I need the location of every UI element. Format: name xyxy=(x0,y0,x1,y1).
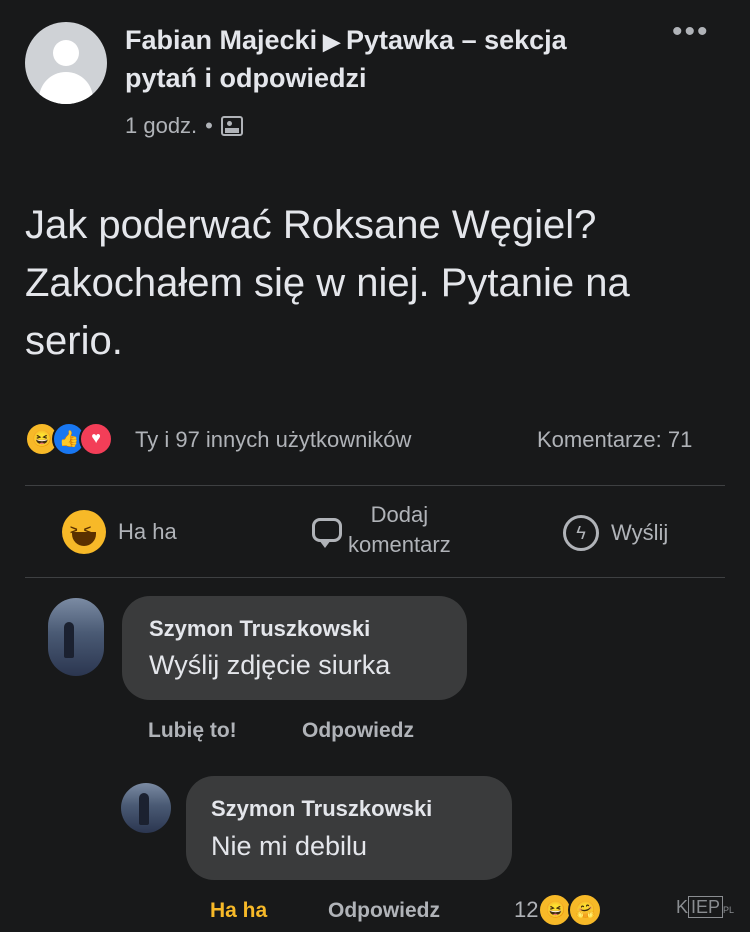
commenter-name[interactable]: Szymon Truszkowski xyxy=(211,796,432,822)
comment-bubble: Szymon Truszkowski Wyślij zdjęcie siurka xyxy=(122,596,467,700)
reaction-count: 12 xyxy=(514,897,539,922)
comment-label-line2: komentarz xyxy=(348,532,451,557)
post-text: Jak poderwać Roksane Węgiel? Zakochałem … xyxy=(25,203,630,363)
reaction-faces: 😆 🤗 xyxy=(538,893,603,927)
avatar-placeholder-body xyxy=(39,72,93,104)
reaction-icons[interactable]: 😆 👍 ♥ xyxy=(25,422,113,456)
haha-icon: 😆 xyxy=(538,893,573,927)
comment-bubble: Szymon Truszkowski Nie mi debilu xyxy=(186,776,512,880)
comment-label: Dodaj komentarz xyxy=(348,500,451,560)
avatar-placeholder-head xyxy=(53,40,79,66)
send-label: Wyślij xyxy=(611,520,669,545)
author-name[interactable]: Fabian Majecki xyxy=(125,25,317,55)
comment-button[interactable]: Dodaj komentarz xyxy=(312,500,451,560)
haha-comment-button[interactable]: Ha ha xyxy=(210,899,267,923)
haha-face-icon: >< xyxy=(62,510,106,554)
group-audience-icon xyxy=(220,116,243,136)
comment-text: Nie mi debilu xyxy=(211,831,368,861)
meta-dot: • xyxy=(205,113,213,138)
comment-icon xyxy=(312,518,342,548)
reply-button[interactable]: Odpowiedz xyxy=(328,899,440,923)
more-options-button[interactable]: ••• xyxy=(672,17,710,47)
triangle-right-icon: ▶ xyxy=(323,29,340,54)
haha-label: Ha ha xyxy=(118,519,177,544)
author-avatar[interactable] xyxy=(25,22,107,104)
commenter-avatar[interactable] xyxy=(48,598,104,676)
comment-label-line1: Dodaj xyxy=(370,502,429,527)
comments-count[interactable]: Komentarze: 71 xyxy=(537,427,692,453)
love-icon: ♥ xyxy=(79,422,113,456)
commenter-avatar[interactable] xyxy=(121,783,171,833)
reaction-summary[interactable]: Ty i 97 innych użytkowników xyxy=(135,427,411,453)
divider xyxy=(25,577,725,578)
comment-reactions[interactable]: 12 😆 🤗 xyxy=(514,893,603,927)
send-button[interactable]: ϟ Wyślij xyxy=(563,515,668,551)
post-header-title: Fabian Majecki ▶ Pytawka – sekcja pytań i … xyxy=(125,22,645,96)
post-time[interactable]: 1 godz. xyxy=(125,113,197,139)
like-comment-button[interactable]: Lubię to! xyxy=(148,719,237,743)
comment-text: Wyślij zdjęcie siurka xyxy=(149,650,391,680)
messenger-icon: ϟ xyxy=(563,515,599,551)
divider xyxy=(25,485,725,486)
haha-reaction-button[interactable]: >< Ha ha xyxy=(62,510,177,554)
watermark-logo: K IEP PL xyxy=(676,896,735,918)
care-icon: 🤗 xyxy=(568,893,603,927)
commenter-name[interactable]: Szymon Truszkowski xyxy=(149,616,370,642)
post-meta: 1 godz. • xyxy=(125,113,243,139)
reply-button[interactable]: Odpowiedz xyxy=(302,719,414,743)
